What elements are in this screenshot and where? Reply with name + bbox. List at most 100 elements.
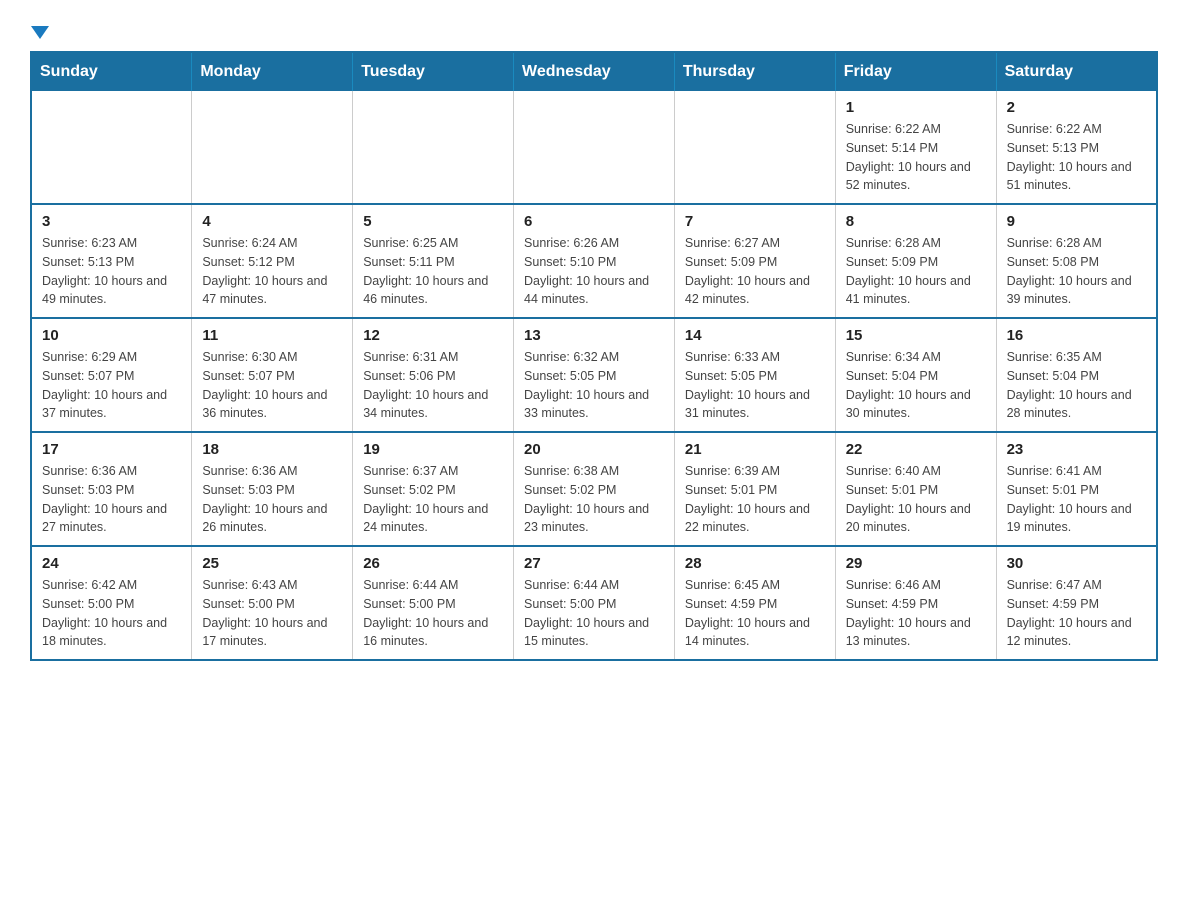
calendar-cell: 29 Sunrise: 6:46 AMSunset: 4:59 PMDayligh… [835,546,996,660]
day-number: 19 [363,441,503,458]
day-number: 10 [42,327,181,344]
calendar-cell [31,91,192,204]
calendar-table: SundayMondayTuesdayWednesdayThursdayFrid… [30,51,1158,661]
day-number: 14 [685,327,825,344]
calendar-cell: 10 Sunrise: 6:29 AMSunset: 5:07 PMDayligh… [31,318,192,432]
day-info: Sunrise: 6:35 AMSunset: 5:04 PMDaylight:… [1007,348,1146,423]
calendar-cell [674,91,835,204]
calendar-week-row: 10 Sunrise: 6:29 AMSunset: 5:07 PMDayligh… [31,318,1157,432]
calendar-cell: 4 Sunrise: 6:24 AMSunset: 5:12 PMDaylight… [192,204,353,318]
day-number: 2 [1007,99,1146,116]
day-info: Sunrise: 6:29 AMSunset: 5:07 PMDaylight:… [42,348,181,423]
day-number: 22 [846,441,986,458]
day-number: 29 [846,555,986,572]
weekday-header-monday: Monday [192,52,353,91]
day-info: Sunrise: 6:24 AMSunset: 5:12 PMDaylight:… [202,234,342,309]
day-number: 18 [202,441,342,458]
calendar-cell: 16 Sunrise: 6:35 AMSunset: 5:04 PMDayligh… [996,318,1157,432]
calendar-cell: 2 Sunrise: 6:22 AMSunset: 5:13 PMDaylight… [996,91,1157,204]
calendar-week-row: 3 Sunrise: 6:23 AMSunset: 5:13 PMDaylight… [31,204,1157,318]
calendar-cell: 3 Sunrise: 6:23 AMSunset: 5:13 PMDaylight… [31,204,192,318]
calendar-week-row: 1 Sunrise: 6:22 AMSunset: 5:14 PMDaylight… [31,91,1157,204]
day-number: 15 [846,327,986,344]
day-info: Sunrise: 6:30 AMSunset: 5:07 PMDaylight:… [202,348,342,423]
day-info: Sunrise: 6:43 AMSunset: 5:00 PMDaylight:… [202,576,342,651]
day-info: Sunrise: 6:22 AMSunset: 5:13 PMDaylight:… [1007,120,1146,195]
weekday-header-thursday: Thursday [674,52,835,91]
day-info: Sunrise: 6:23 AMSunset: 5:13 PMDaylight:… [42,234,181,309]
day-number: 23 [1007,441,1146,458]
logo-triangle-icon [31,26,49,39]
weekday-header-wednesday: Wednesday [514,52,675,91]
day-number: 1 [846,99,986,116]
calendar-cell: 1 Sunrise: 6:22 AMSunset: 5:14 PMDaylight… [835,91,996,204]
calendar-cell: 26 Sunrise: 6:44 AMSunset: 5:00 PMDayligh… [353,546,514,660]
day-number: 16 [1007,327,1146,344]
calendar-cell: 7 Sunrise: 6:27 AMSunset: 5:09 PMDaylight… [674,204,835,318]
day-info: Sunrise: 6:31 AMSunset: 5:06 PMDaylight:… [363,348,503,423]
day-info: Sunrise: 6:27 AMSunset: 5:09 PMDaylight:… [685,234,825,309]
day-number: 4 [202,213,342,230]
day-number: 8 [846,213,986,230]
calendar-cell: 12 Sunrise: 6:31 AMSunset: 5:06 PMDayligh… [353,318,514,432]
day-number: 7 [685,213,825,230]
day-info: Sunrise: 6:36 AMSunset: 5:03 PMDaylight:… [202,462,342,537]
weekday-header-saturday: Saturday [996,52,1157,91]
day-info: Sunrise: 6:38 AMSunset: 5:02 PMDaylight:… [524,462,664,537]
day-info: Sunrise: 6:32 AMSunset: 5:05 PMDaylight:… [524,348,664,423]
day-info: Sunrise: 6:40 AMSunset: 5:01 PMDaylight:… [846,462,986,537]
day-number: 11 [202,327,342,344]
day-info: Sunrise: 6:47 AMSunset: 4:59 PMDaylight:… [1007,576,1146,651]
day-number: 20 [524,441,664,458]
calendar-cell [353,91,514,204]
logo [30,20,50,31]
day-info: Sunrise: 6:37 AMSunset: 5:02 PMDaylight:… [363,462,503,537]
calendar-cell: 6 Sunrise: 6:26 AMSunset: 5:10 PMDaylight… [514,204,675,318]
day-number: 13 [524,327,664,344]
day-info: Sunrise: 6:28 AMSunset: 5:09 PMDaylight:… [846,234,986,309]
day-number: 21 [685,441,825,458]
calendar-cell: 28Sunrise: 6:45 AMSunset: 4:59 PMDayligh… [674,546,835,660]
calendar-cell: 30Sunrise: 6:47 AMSunset: 4:59 PMDayligh… [996,546,1157,660]
day-number: 12 [363,327,503,344]
calendar-cell: 27 Sunrise: 6:44 AMSunset: 5:00 PMDayligh… [514,546,675,660]
calendar-cell: 18 Sunrise: 6:36 AMSunset: 5:03 PMDayligh… [192,432,353,546]
calendar-cell: 8 Sunrise: 6:28 AMSunset: 5:09 PMDaylight… [835,204,996,318]
calendar-cell: 13 Sunrise: 6:32 AMSunset: 5:05 PMDayligh… [514,318,675,432]
day-number: 5 [363,213,503,230]
calendar-cell: 20 Sunrise: 6:38 AMSunset: 5:02 PMDayligh… [514,432,675,546]
calendar-week-row: 17Sunrise: 6:36 AMSunset: 5:03 PMDayligh… [31,432,1157,546]
calendar-cell: 21 Sunrise: 6:39 AMSunset: 5:01 PMDayligh… [674,432,835,546]
day-info: Sunrise: 6:44 AMSunset: 5:00 PMDaylight:… [524,576,664,651]
calendar-cell: 5Sunrise: 6:25 AMSunset: 5:11 PMDaylight… [353,204,514,318]
calendar-cell: 11 Sunrise: 6:30 AMSunset: 5:07 PMDayligh… [192,318,353,432]
calendar-week-row: 24 Sunrise: 6:42 AMSunset: 5:00 PMDayligh… [31,546,1157,660]
day-number: 24 [42,555,181,572]
day-info: Sunrise: 6:46 AMSunset: 4:59 PMDaylight:… [846,576,986,651]
day-number: 9 [1007,213,1146,230]
calendar-cell [514,91,675,204]
day-info: Sunrise: 6:26 AMSunset: 5:10 PMDaylight:… [524,234,664,309]
calendar-cell: 23Sunrise: 6:41 AMSunset: 5:01 PMDayligh… [996,432,1157,546]
day-info: Sunrise: 6:39 AMSunset: 5:01 PMDaylight:… [685,462,825,537]
day-info: Sunrise: 6:42 AMSunset: 5:00 PMDaylight:… [42,576,181,651]
day-number: 25 [202,555,342,572]
calendar-header-row: SundayMondayTuesdayWednesdayThursdayFrid… [31,52,1157,91]
day-number: 27 [524,555,664,572]
calendar-cell: 14 Sunrise: 6:33 AMSunset: 5:05 PMDayligh… [674,318,835,432]
calendar-cell: 17Sunrise: 6:36 AMSunset: 5:03 PMDayligh… [31,432,192,546]
calendar-cell: 24 Sunrise: 6:42 AMSunset: 5:00 PMDayligh… [31,546,192,660]
day-info: Sunrise: 6:44 AMSunset: 5:00 PMDaylight:… [363,576,503,651]
day-info: Sunrise: 6:45 AMSunset: 4:59 PMDaylight:… [685,576,825,651]
day-info: Sunrise: 6:36 AMSunset: 5:03 PMDaylight:… [42,462,181,537]
calendar-cell [192,91,353,204]
day-info: Sunrise: 6:33 AMSunset: 5:05 PMDaylight:… [685,348,825,423]
day-number: 6 [524,213,664,230]
weekday-header-tuesday: Tuesday [353,52,514,91]
calendar-cell: 19 Sunrise: 6:37 AMSunset: 5:02 PMDayligh… [353,432,514,546]
day-info: Sunrise: 6:22 AMSunset: 5:14 PMDaylight:… [846,120,986,195]
calendar-cell: 25 Sunrise: 6:43 AMSunset: 5:00 PMDayligh… [192,546,353,660]
day-number: 3 [42,213,181,230]
day-number: 26 [363,555,503,572]
weekday-header-sunday: Sunday [31,52,192,91]
